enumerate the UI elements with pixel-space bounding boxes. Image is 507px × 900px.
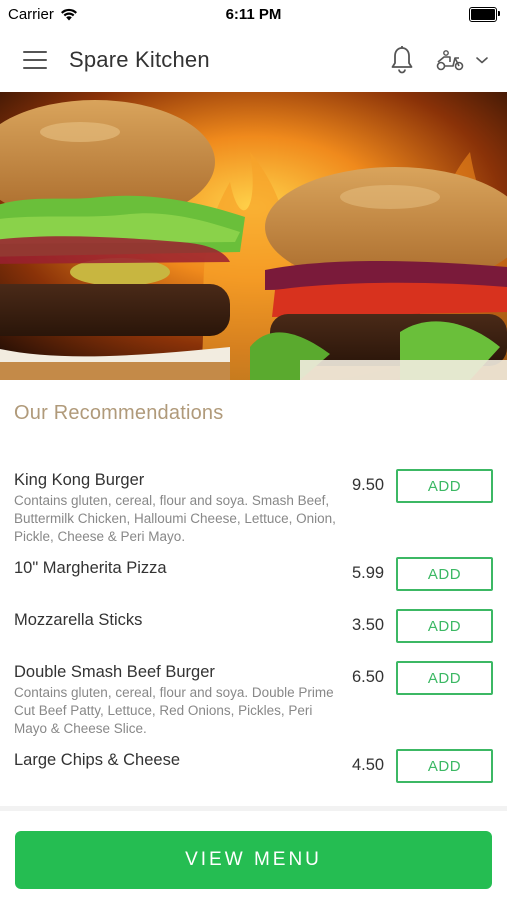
- app-header: Spare Kitchen: [0, 28, 507, 92]
- menu-item-info: Mozzarella Sticks: [0, 602, 344, 654]
- app-title: Spare Kitchen: [69, 47, 210, 72]
- menu-item-price: 3.50: [352, 616, 385, 634]
- app-screen: Carrier 6:11 PM Spare Kitchen Our Recomm…: [0, 0, 507, 900]
- menu-item-name: Mozzarella Sticks: [14, 611, 143, 629]
- status-left: Carrier: [0, 6, 78, 23]
- menu-item-price: 5.99: [352, 564, 385, 582]
- battery-icon: [469, 6, 500, 22]
- menu-item-price: 6.50: [352, 668, 385, 686]
- menu-item-name: King Kong Burger: [14, 471, 145, 489]
- add-button[interactable]: ADD: [396, 749, 493, 783]
- menu-item-description: Contains gluten, cereal, flour and soya.…: [14, 685, 334, 736]
- menu-item-description: Contains gluten, cereal, flour and soya.…: [14, 493, 336, 544]
- hero-banner-image: [0, 92, 507, 380]
- menu-item-double-smash-beef-burger: Double Smash Beef Burger Contains gluten…: [0, 654, 507, 742]
- add-button[interactable]: ADD: [396, 661, 493, 695]
- menu-item-info: 10" Margherita Pizza: [0, 550, 344, 602]
- add-button[interactable]: ADD: [396, 469, 493, 503]
- menu-icon[interactable]: [23, 51, 47, 69]
- recommendations-list: King Kong Burger Contains gluten, cereal…: [0, 462, 507, 794]
- section-title-recommendations: Our Recommendations: [14, 402, 224, 424]
- delivery-mode-selector[interactable]: [435, 48, 489, 72]
- menu-item-margherita-pizza: 10" Margherita Pizza 5.99 ADD: [0, 550, 507, 602]
- wifi-icon: [60, 8, 77, 20]
- menu-item-info: Double Smash Beef Burger Contains gluten…: [0, 654, 344, 742]
- menu-item-name: Double Smash Beef Burger: [14, 663, 215, 681]
- status-bar: Carrier 6:11 PM: [0, 0, 507, 28]
- menu-item-info: Large Chips & Cheese: [0, 742, 344, 794]
- menu-item-king-kong-burger: King Kong Burger Contains gluten, cereal…: [0, 462, 507, 550]
- menu-item-name: 10" Margherita Pizza: [14, 559, 167, 577]
- menu-item-large-chips-cheese: Large Chips & Cheese 4.50 ADD: [0, 742, 507, 794]
- view-menu-button[interactable]: VIEW MENU: [15, 831, 492, 889]
- bell-icon[interactable]: [389, 45, 415, 75]
- add-button[interactable]: ADD: [396, 609, 493, 643]
- footer-divider: [0, 806, 507, 811]
- scooter-icon: [436, 50, 464, 71]
- add-button[interactable]: ADD: [396, 557, 493, 591]
- menu-item-info: King Kong Burger Contains gluten, cereal…: [0, 462, 344, 550]
- chevron-down-icon: [476, 57, 488, 64]
- carrier-label: Carrier: [8, 5, 54, 23]
- menu-item-price: 9.50: [352, 476, 385, 494]
- menu-item-name: Large Chips & Cheese: [14, 751, 181, 769]
- menu-item-mozzarella-sticks: Mozzarella Sticks 3.50 ADD: [0, 602, 507, 654]
- menu-item-price: 4.50: [352, 756, 385, 774]
- header-actions: [389, 45, 489, 75]
